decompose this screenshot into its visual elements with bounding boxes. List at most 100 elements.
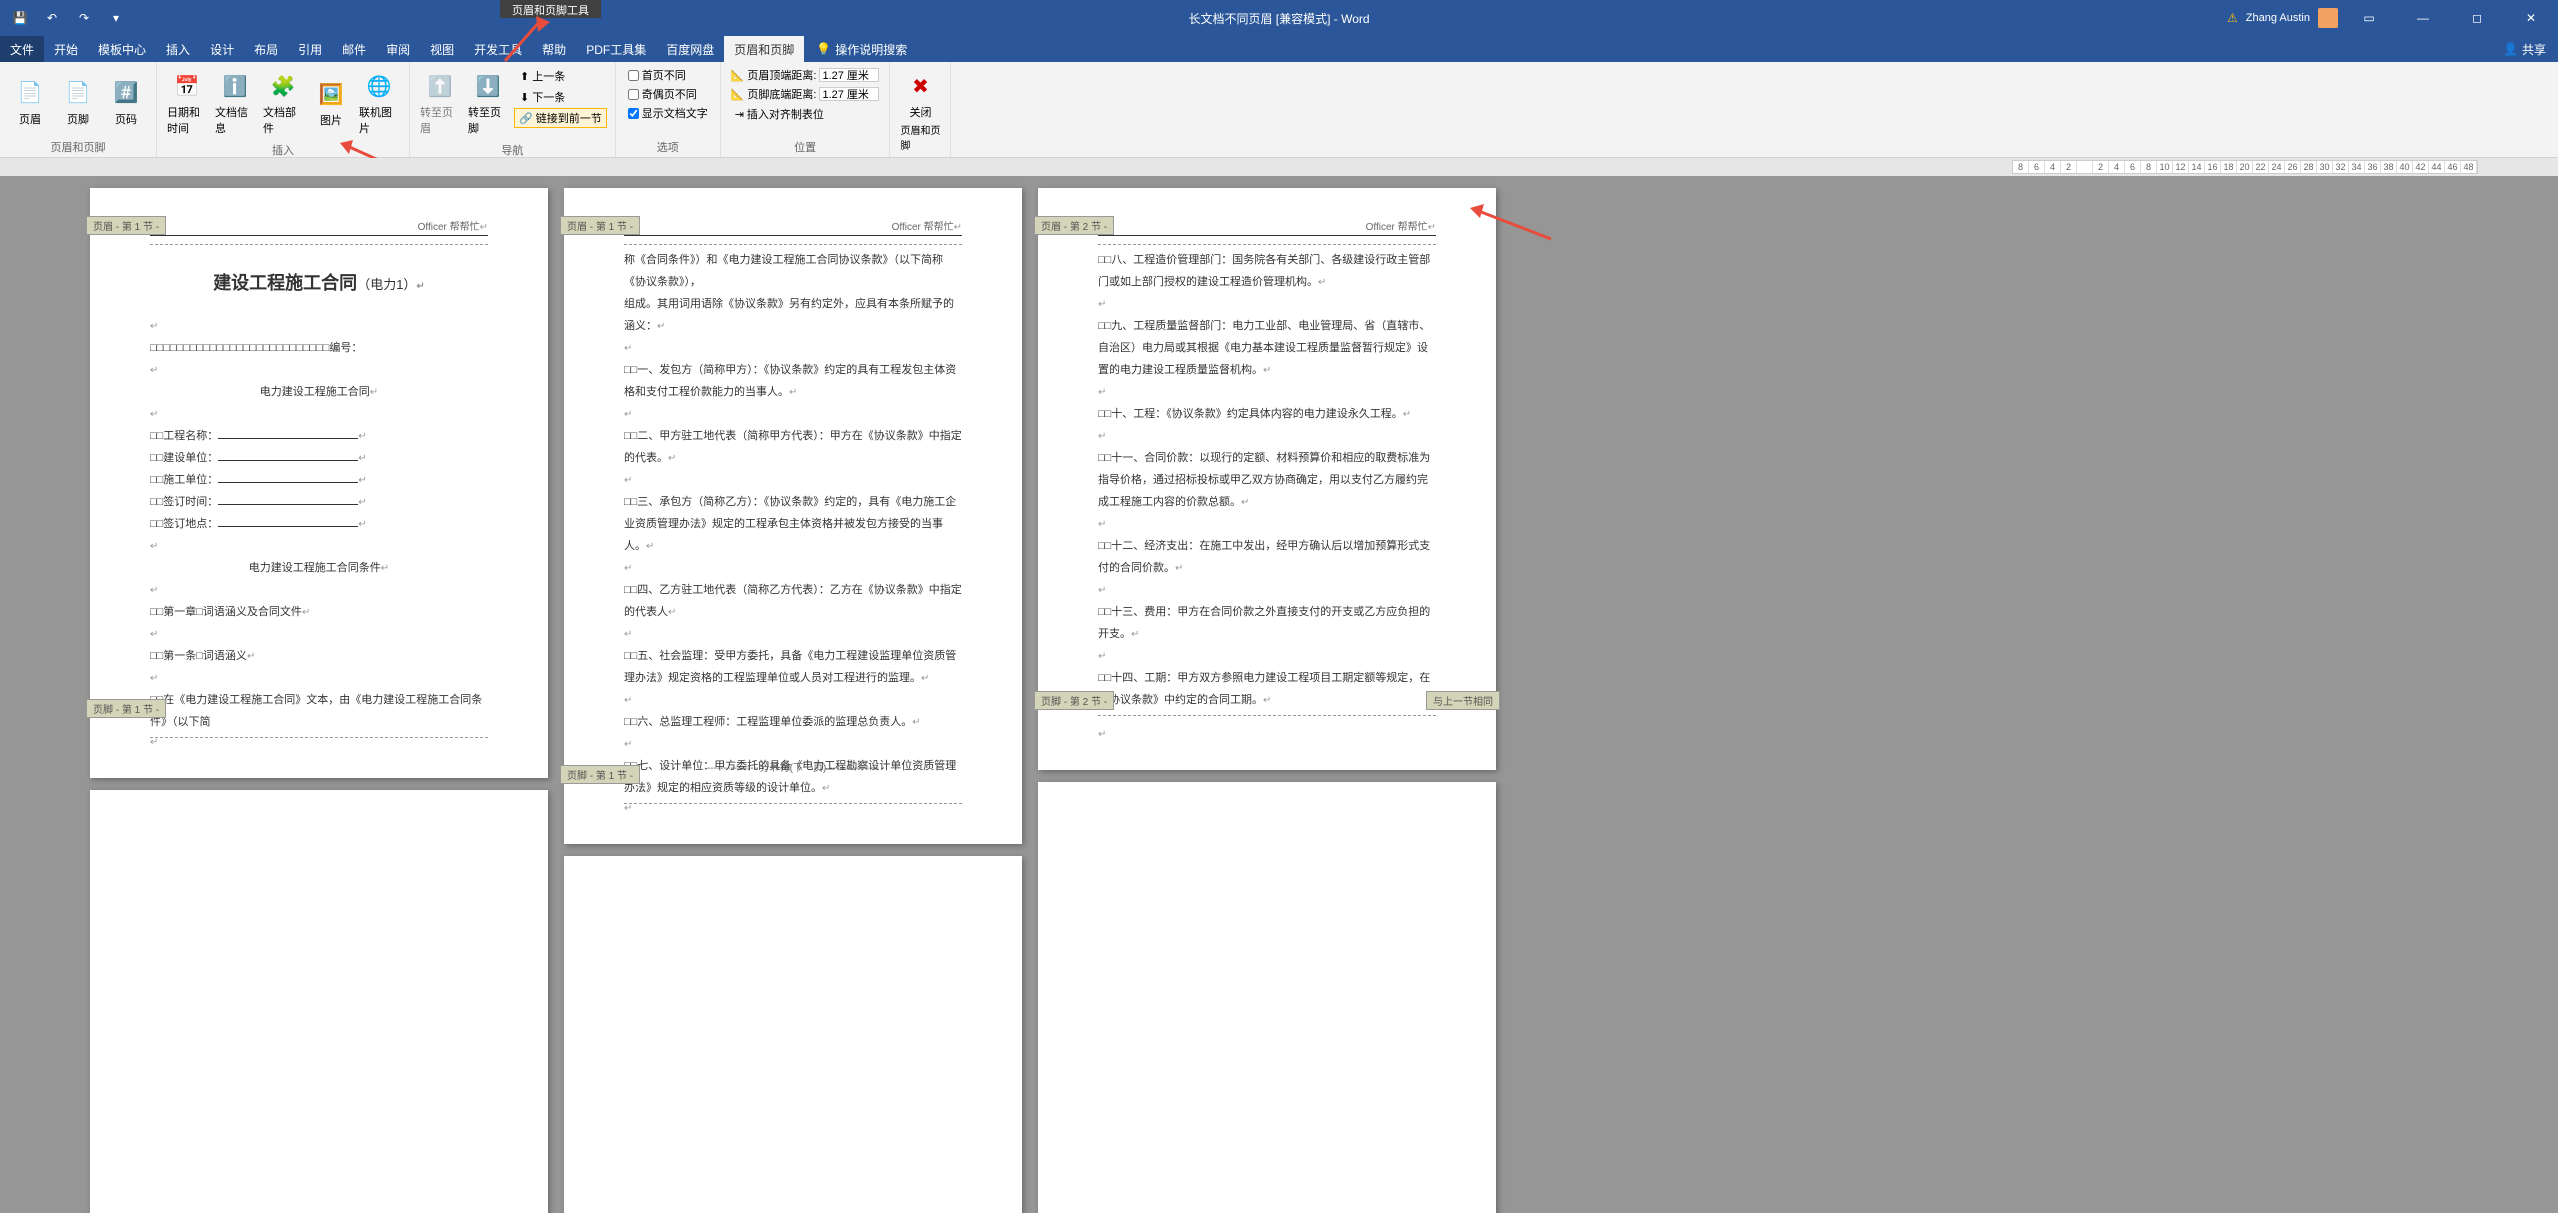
page3-header-text[interactable]: Officer 帮帮忙↵	[1098, 218, 1436, 236]
align-tab-button[interactable]: ⇥插入对齐制表位	[729, 104, 882, 124]
header-top-label: 页眉顶端距离:	[747, 67, 816, 83]
tab-layout[interactable]: 布局	[244, 36, 288, 62]
tab-template[interactable]: 模板中心	[88, 36, 156, 62]
ruler-tick: 4	[2045, 161, 2061, 173]
page2-l1: 称《合同条件》）和《电力建设工程施工合同协议条款》（以下简称《协议条款》），	[624, 249, 962, 293]
tab-start[interactable]: 开始	[44, 36, 88, 62]
ruler-tick: 14	[2189, 161, 2205, 173]
tab-header-footer[interactable]: 页眉和页脚	[724, 36, 804, 62]
group-label-options: 选项	[624, 137, 712, 155]
undo-icon[interactable]: ↶	[40, 6, 64, 30]
pagenum-button[interactable]: #️⃣页码	[104, 66, 148, 137]
close-hf-button[interactable]: ✖ 关闭 页眉和页脚	[898, 66, 942, 156]
tab-design[interactable]: 设计	[200, 36, 244, 62]
prev-button[interactable]: ⬆上一条	[514, 66, 607, 86]
tab-help[interactable]: 帮助	[532, 36, 576, 62]
tab-view[interactable]: 视图	[420, 36, 464, 62]
ruler-tick: 38	[2381, 161, 2397, 173]
tab-mail[interactable]: 邮件	[332, 36, 376, 62]
redo-icon[interactable]: ↷	[72, 6, 96, 30]
tab-file[interactable]: 文件	[0, 36, 44, 62]
group-insert: 📅日期和时间 ℹ️文档信息 🧩文档部件 🖼️图片 🌐联机图片 插入	[157, 62, 410, 157]
page1-article: □□第一条□词语涵义↵	[150, 645, 488, 667]
qat-dropdown-icon[interactable]: ▾	[104, 6, 128, 30]
group-position: 📐 页眉顶端距离: 📐 页脚底端距离: ⇥插入对齐制表位 位置	[721, 62, 891, 157]
page2-l8: □□六、总监理工程师：工程监理单位委派的监理总负责人。↵	[624, 711, 962, 733]
horizontal-ruler[interactable]: 8642246810121416182022242628303234363840…	[2012, 160, 2478, 174]
page2-header-text[interactable]: Officer 帮帮忙↵	[624, 218, 962, 236]
context-tool-label: 页眉和页脚工具	[500, 0, 601, 18]
picture-button[interactable]: 🖼️图片	[309, 66, 353, 140]
page2-header-section-tag: 页眉 - 第 1 节 -	[560, 216, 640, 235]
diff-first-checkbox[interactable]: 首页不同	[624, 66, 712, 84]
footer-distance-input[interactable]	[819, 87, 879, 101]
group-label-position: 位置	[729, 137, 882, 155]
page3-footer-section-tag: 页脚 - 第 2 节 -	[1034, 691, 1114, 710]
annotation-arrow-3	[1466, 204, 1556, 244]
ruler-tick: 20	[2237, 161, 2253, 173]
page1-field-build: □□建设单位：↵	[150, 447, 488, 469]
page1-field-time: □□签订时间：↵	[150, 491, 488, 513]
minimize-icon[interactable]: —	[2400, 0, 2446, 36]
ruler-tick: 26	[2285, 161, 2301, 173]
footer-button[interactable]: 📄页脚	[56, 66, 100, 137]
datetime-button[interactable]: 📅日期和时间	[165, 66, 209, 140]
ruler-tick: 6	[2029, 161, 2045, 173]
save-icon[interactable]: 💾	[8, 6, 32, 30]
page-column-1: Officer 帮帮忙↵ 页眉 - 第 1 节 - 建设工程施工合同（电力1）↵…	[90, 188, 548, 1201]
tab-pdf[interactable]: PDF工具集	[576, 36, 656, 62]
ruler-tick: 2	[2061, 161, 2077, 173]
ruler-tick: 44	[2429, 161, 2445, 173]
prev-icon: ⬆	[520, 70, 529, 83]
goto-footer-icon: ⬇️	[472, 70, 504, 102]
group-options: 首页不同 奇偶页不同 显示文档文字 选项	[616, 62, 721, 157]
goto-footer-button[interactable]: ⬇️转至页脚	[466, 66, 510, 140]
pagenum-icon: #️⃣	[110, 77, 142, 109]
ruler-tick: 42	[2413, 161, 2429, 173]
next-icon: ⬇	[520, 91, 529, 104]
page1-title: 建设工程施工合同（电力1）↵	[150, 269, 488, 295]
ruler-tick: 48	[2461, 161, 2477, 173]
menu-bar: 文件 开始 模板中心 插入 设计 布局 引用 邮件 审阅 视图 开发工具 帮助 …	[0, 36, 2558, 62]
maximize-icon[interactable]: ◻	[2454, 0, 2500, 36]
tab-baidu[interactable]: 百度网盘	[656, 36, 724, 62]
page3-l4: □□十一、合同价款：以现行的定额、材料预算价和相应的取费标准为指导价格，通过招标…	[1098, 447, 1436, 513]
docinfo-button[interactable]: ℹ️文档信息	[213, 66, 257, 140]
page-3: Officer 帮帮忙↵ 页眉 - 第 2 节 - □□八、工程造价管理部门：国…	[1038, 188, 1496, 770]
docparts-button[interactable]: 🧩文档部件	[261, 66, 305, 140]
next-button[interactable]: ⬇下一条	[514, 87, 607, 107]
ribbon: 📄页眉 📄页脚 #️⃣页码 页眉和页脚 📅日期和时间 ℹ️文档信息 🧩文档部件 …	[0, 62, 2558, 158]
ribbon-options-icon[interactable]: ▭	[2346, 0, 2392, 36]
onlinepic-button[interactable]: 🌐联机图片	[357, 66, 401, 140]
ruler-tick: 8	[2141, 161, 2157, 173]
page1-header-text[interactable]: Officer 帮帮忙↵	[150, 218, 488, 236]
link-to-previous-button[interactable]: 🔗链接到前一节	[514, 108, 607, 128]
footer-bot-label: 页脚底端距离:	[747, 86, 816, 102]
tab-reference[interactable]: 引用	[288, 36, 332, 62]
user-avatar[interactable]	[2318, 8, 2338, 28]
ruler-tick: 6	[2125, 161, 2141, 173]
group-close: ✖ 关闭 页眉和页脚 关闭	[890, 62, 951, 157]
close-icon[interactable]: ✕	[2508, 0, 2554, 36]
header-top-icon: 📐	[731, 69, 745, 82]
user-name[interactable]: Zhang Austin	[2246, 12, 2310, 24]
warning-icon[interactable]: ⚠	[2227, 11, 2238, 25]
goto-header-button: ⬆️转至页眉	[418, 66, 462, 140]
share-button[interactable]: 👤 共享	[2503, 41, 2546, 58]
document-area[interactable]: Officer 帮帮忙↵ 页眉 - 第 1 节 - 建设工程施工合同（电力1）↵…	[0, 176, 2558, 1213]
page1-last-line: □□在《电力建设工程施工合同》文本，由《电力建设工程施工合同条件》（以下简	[150, 689, 488, 733]
show-text-checkbox[interactable]: 显示文档文字	[624, 104, 712, 122]
tell-me-search[interactable]: 💡 操作说明搜索	[816, 41, 907, 58]
tab-insert[interactable]: 插入	[156, 36, 200, 62]
tab-review[interactable]: 审阅	[376, 36, 420, 62]
diff-odd-checkbox[interactable]: 奇偶页不同	[624, 85, 712, 103]
page-2b-top	[564, 856, 1022, 1213]
page3-l2: □□九、工程质量监督部门：电力工业部、电业管理局、省（直辖市、自治区）电力局或其…	[1098, 315, 1436, 381]
page-column-2: Officer 帮帮忙↵ 页眉 - 第 1 节 - 称《合同条件》）和《电力建设…	[564, 188, 1022, 1201]
footer-distance-row: 📐 页脚底端距离:	[729, 85, 882, 103]
tab-dev[interactable]: 开发工具	[464, 36, 532, 62]
header-button[interactable]: 📄页眉	[8, 66, 52, 137]
page2-l2: 组成。其用词用语除《协议条款》另有约定外，应具有本条所赋予的涵义：↵	[624, 293, 962, 337]
header-distance-input[interactable]	[819, 68, 879, 82]
page3-l5: □□十二、经济支出：在施工中发出，经甲方确认后以增加预算形式支付的合同价款。↵	[1098, 535, 1436, 579]
